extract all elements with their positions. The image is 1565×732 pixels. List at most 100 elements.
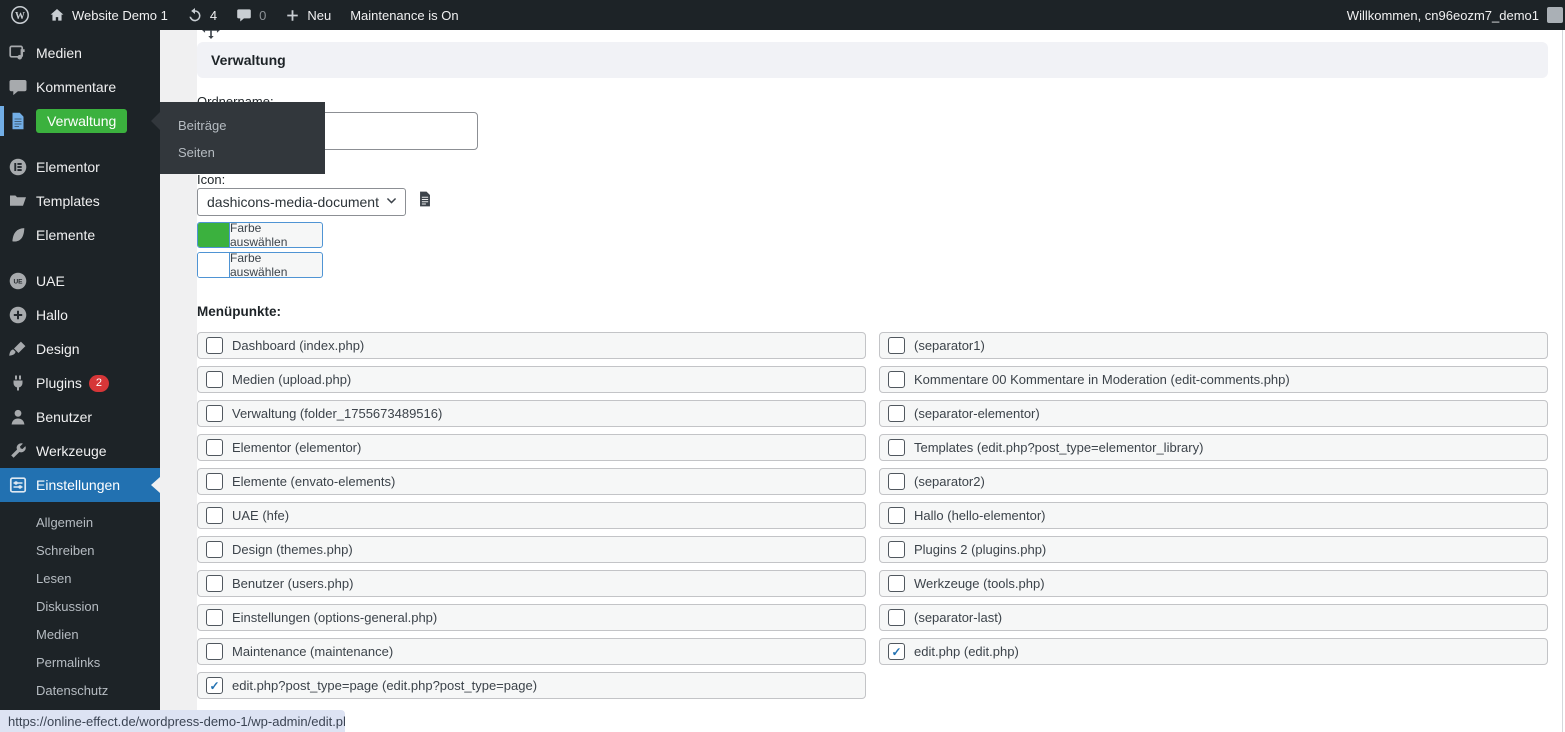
menu-item-row-hallo-hello-elementor[interactable]: Hallo (hello-elementor) xyxy=(879,502,1548,529)
site-menu[interactable]: Website Demo 1 xyxy=(49,7,168,23)
settings-submenu-schreiben[interactable]: Schreiben xyxy=(0,536,160,564)
scrollbar-edge[interactable] xyxy=(1562,30,1563,732)
checkbox-unchecked[interactable] xyxy=(888,609,905,626)
menu-item-row-separator2[interactable]: (separator2) xyxy=(879,468,1548,495)
menu-item-row-maintenance-maintenance[interactable]: Maintenance (maintenance) xyxy=(197,638,866,665)
menu-item-row-verwaltung-folder-1755673489516[interactable]: Verwaltung (folder_1755673489516) xyxy=(197,400,866,427)
checkbox-unchecked[interactable] xyxy=(206,575,223,592)
checkbox-unchecked[interactable] xyxy=(206,507,223,524)
sidebar-item-einstellungen[interactable]: Einstellungen xyxy=(0,468,160,502)
sidebar-item-plugins[interactable]: Plugins 2 xyxy=(0,366,160,400)
checkbox-unchecked[interactable] xyxy=(206,541,223,558)
icon-select[interactable]: dashicons-media-document xyxy=(197,188,406,216)
menu-item-row-benutzer-users-php[interactable]: Benutzer (users.php) xyxy=(197,570,866,597)
brush-icon xyxy=(0,339,36,359)
sidebar-item-kommentare[interactable]: Kommentare xyxy=(0,70,160,104)
checkbox-unchecked[interactable] xyxy=(206,439,223,456)
settings-submenu-lesen[interactable]: Lesen xyxy=(0,564,160,592)
sidebar-item-uae[interactable]: UE UAE xyxy=(0,264,160,298)
checkbox-unchecked[interactable] xyxy=(206,643,223,660)
new-content-menu[interactable]: Neu xyxy=(285,8,331,23)
menu-item-row-separator-last[interactable]: (separator-last) xyxy=(879,604,1548,631)
updates-menu[interactable]: 4 xyxy=(187,7,217,23)
plus-icon xyxy=(285,8,300,23)
svg-text:W: W xyxy=(15,11,25,22)
comments-menu[interactable]: 0 xyxy=(236,7,266,23)
checkbox-unchecked[interactable] xyxy=(206,405,223,422)
checkbox-checked[interactable]: ✓ xyxy=(888,643,905,660)
update-count-badge: 2 xyxy=(88,374,109,392)
wordpress-logo-icon: W xyxy=(10,5,30,25)
checkbox-unchecked[interactable] xyxy=(888,473,905,490)
sidebar-item-label: Hallo xyxy=(36,307,68,323)
menu-item-row-design-themes-php[interactable]: Design (themes.php) xyxy=(197,536,866,563)
menu-item-row-werkzeuge-tools-php[interactable]: Werkzeuge (tools.php) xyxy=(879,570,1548,597)
menu-item-row-edit-php-edit-php[interactable]: ✓ edit.php (edit.php) xyxy=(879,638,1548,665)
circle-plus-icon xyxy=(0,305,36,325)
welcome-text[interactable]: Willkommen, cn96eozm7_demo1 xyxy=(1347,8,1539,23)
checkbox-unchecked[interactable] xyxy=(888,405,905,422)
menu-item-row-elementor-elementor[interactable]: Elementor (elementor) xyxy=(197,434,866,461)
menu-item-row-einstellungen-options-general-php[interactable]: Einstellungen (options-general.php) xyxy=(197,604,866,631)
checkbox-unchecked[interactable] xyxy=(206,371,223,388)
settings-submenu-allgemein[interactable]: Allgemein xyxy=(0,508,160,536)
checkbox-checked[interactable]: ✓ xyxy=(206,677,223,694)
flyout-item-beiträge[interactable]: Beiträge xyxy=(160,112,325,139)
sidebar-item-medien[interactable]: Medien xyxy=(0,36,160,70)
sidebar-item-hallo[interactable]: Hallo xyxy=(0,298,160,332)
update-icon xyxy=(187,7,203,23)
checkbox-unchecked[interactable] xyxy=(888,371,905,388)
checkbox-unchecked[interactable] xyxy=(888,575,905,592)
checkbox-unchecked[interactable] xyxy=(888,439,905,456)
checkbox-unchecked[interactable] xyxy=(206,609,223,626)
current-folder-indicator xyxy=(0,106,4,136)
color-picker-secondary[interactable]: Farbe auswählen xyxy=(197,252,323,278)
document-icon xyxy=(0,111,36,131)
settings-submenu-permalinks[interactable]: Permalinks xyxy=(0,648,160,676)
checkbox-unchecked[interactable] xyxy=(888,541,905,558)
menu-item-label: Einstellungen (options-general.php) xyxy=(232,610,438,625)
color-swatch-white xyxy=(198,253,230,277)
admin-sidebar: Medien Kommentare Verwaltung Elementor Templ… xyxy=(0,30,160,732)
menu-item-row-plugins-2-plugins-php[interactable]: Plugins 2 (plugins.php) xyxy=(879,536,1548,563)
sidebar-item-benutzer[interactable]: Benutzer xyxy=(0,400,160,434)
sidebar-item-elemente[interactable]: Elemente xyxy=(0,218,160,252)
sidebar-item-templates[interactable]: Templates xyxy=(0,184,160,218)
menu-item-row-templates-edit-php-post-type-elementor-library[interactable]: Templates (edit.php?post_type=elementor_… xyxy=(879,434,1548,461)
menu-item-row-elemente-envato-elements[interactable]: Elemente (envato-elements) xyxy=(197,468,866,495)
menu-item-row-uae-hfe[interactable]: UAE (hfe) xyxy=(197,502,866,529)
sidebar-item-verwaltung[interactable]: Verwaltung xyxy=(0,104,160,138)
menu-item-row-separator-elementor[interactable]: (separator-elementor) xyxy=(879,400,1548,427)
checkbox-unchecked[interactable] xyxy=(888,507,905,524)
color-picker-primary[interactable]: Farbe auswählen xyxy=(197,222,323,248)
sidebar-item-werkzeuge[interactable]: Werkzeuge xyxy=(0,434,160,468)
menu-item-row-dashboard-index-php[interactable]: Dashboard (index.php) xyxy=(197,332,866,359)
settings-submenu-medien[interactable]: Medien xyxy=(0,620,160,648)
checkbox-unchecked[interactable] xyxy=(888,337,905,354)
menu-item-label: Elementor (elementor) xyxy=(232,440,362,455)
menu-item-row-edit-php-post-type-page-edit-php-post-type-page[interactable]: ✓ edit.php?post_type=page (edit.php?post_… xyxy=(197,672,866,699)
panel-header[interactable]: Verwaltung xyxy=(197,42,1548,78)
home-icon xyxy=(49,7,65,23)
verwaltung-panel: Verwaltung Ordnername: Icon: dashicons-m… xyxy=(197,21,1548,707)
flyout-item-seiten[interactable]: Seiten xyxy=(160,139,325,166)
settings-submenu-diskussion[interactable]: Diskussion xyxy=(0,592,160,620)
wp-logo-menu[interactable]: W xyxy=(10,5,30,25)
menu-items-column-left: Dashboard (index.php) Medien (upload.php)… xyxy=(197,332,866,706)
status-url-text: https://online-effect.de/wordpress-demo-… xyxy=(8,713,345,729)
sidebar-item-label: Design xyxy=(36,341,80,357)
sidebar-item-design[interactable]: Design xyxy=(0,332,160,366)
maintenance-status[interactable]: Maintenance is On xyxy=(350,8,458,23)
menu-item-label: (separator1) xyxy=(914,338,985,353)
comment-icon xyxy=(236,7,252,23)
checkbox-unchecked[interactable] xyxy=(206,473,223,490)
checkbox-unchecked[interactable] xyxy=(206,337,223,354)
settings-submenu-datenschutz[interactable]: Datenschutz xyxy=(0,676,160,704)
sidebar-item-elementor[interactable]: Elementor xyxy=(0,150,160,184)
wrench-icon xyxy=(0,441,36,461)
menu-item-row-kommentare-00-kommentare-in-moderation-edit-comments-php[interactable]: Kommentare 00 Kommentare in Moderation (… xyxy=(879,366,1548,393)
menu-item-row-medien-upload-php[interactable]: Medien (upload.php) xyxy=(197,366,866,393)
menu-item-row-separator1[interactable]: (separator1) xyxy=(879,332,1548,359)
sidebar-item-label: Medien xyxy=(36,45,82,61)
menu-item-label: Templates (edit.php?post_type=elementor_… xyxy=(914,440,1204,455)
